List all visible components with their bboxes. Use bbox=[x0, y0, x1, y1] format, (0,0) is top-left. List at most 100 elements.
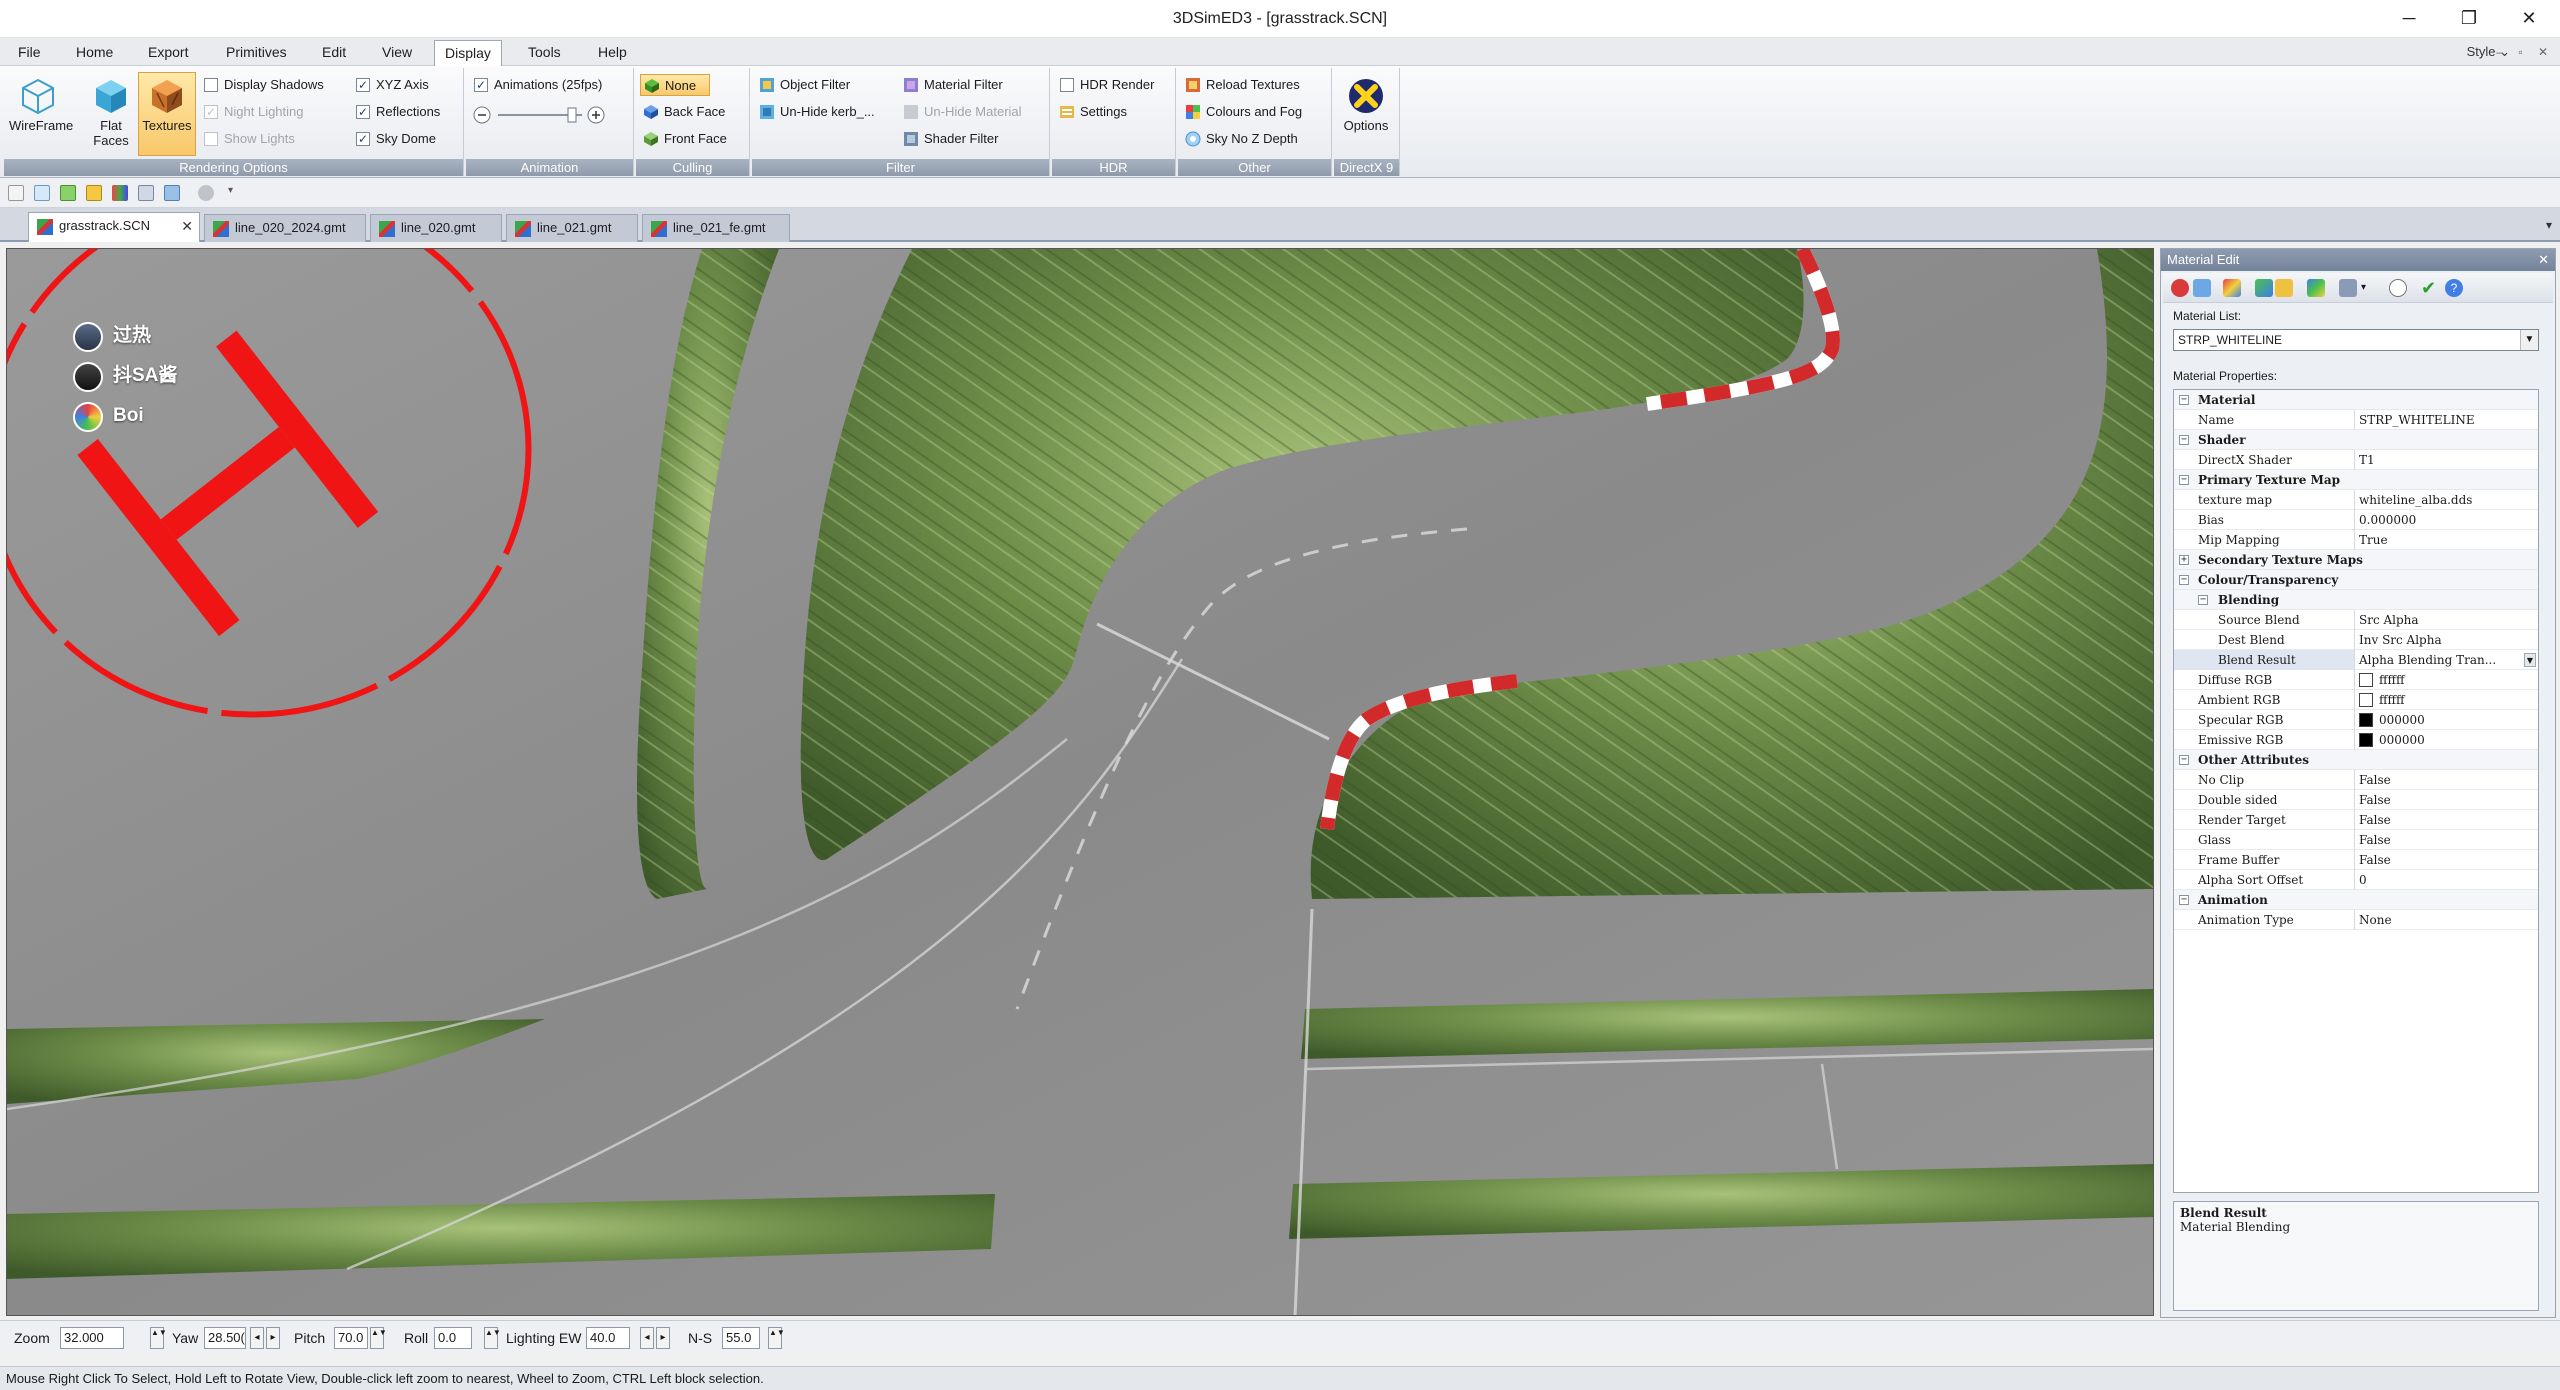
pitch-input[interactable]: 70.0 bbox=[334, 1327, 368, 1349]
menu-edit[interactable]: Edit bbox=[312, 40, 356, 64]
material-icon[interactable] bbox=[2223, 279, 2241, 297]
property-value[interactable]: False bbox=[2354, 790, 2538, 810]
color-swatch[interactable] bbox=[2359, 693, 2373, 707]
property-row[interactable]: Mip Mapping True bbox=[2174, 530, 2538, 550]
property-row[interactable]: Emissive RGB 000000 bbox=[2174, 730, 2538, 750]
record-icon[interactable] bbox=[198, 185, 214, 201]
property-value[interactable]: ffffff bbox=[2354, 670, 2538, 690]
tab-grasstrack-scn[interactable]: grasstrack.SCN ✕ bbox=[28, 212, 200, 242]
property-row[interactable]: Animation Type None bbox=[2174, 910, 2538, 930]
animations-toggle[interactable]: ✓ Animations (25fps) bbox=[470, 74, 602, 96]
menu-view[interactable]: View bbox=[372, 40, 422, 64]
tab-line-020[interactable]: line_020.gmt bbox=[370, 214, 502, 242]
open-folder-icon[interactable] bbox=[86, 185, 102, 201]
property-value[interactable]: 000000 bbox=[2354, 710, 2538, 730]
minimize-button[interactable]: ─ bbox=[2380, 0, 2438, 38]
yaw-input[interactable]: 28.50( bbox=[204, 1327, 246, 1349]
roll-input[interactable]: 0.0 bbox=[434, 1327, 472, 1349]
yaw-left-arrow[interactable]: ◂ bbox=[250, 1327, 264, 1349]
yaw-right-arrow[interactable]: ▸ bbox=[266, 1327, 280, 1349]
property-category[interactable]: − Animation bbox=[2174, 890, 2538, 910]
property-row[interactable]: No Clip False bbox=[2174, 770, 2538, 790]
gear-icon[interactable] bbox=[2389, 279, 2407, 297]
cull-none-button[interactable]: None bbox=[640, 74, 710, 96]
tools-icon[interactable] bbox=[164, 185, 180, 201]
menu-export[interactable]: Export bbox=[138, 40, 198, 64]
hdr-render-checkbox[interactable] bbox=[1060, 78, 1074, 92]
property-row[interactable]: Double sided False bbox=[2174, 790, 2538, 810]
color-swatch[interactable] bbox=[2359, 713, 2373, 727]
tab-line-021-fe[interactable]: line_021_fe.gmt bbox=[642, 214, 790, 242]
ns-stepper[interactable]: ▲▼ bbox=[768, 1327, 785, 1349]
show-lights-checkbox[interactable] bbox=[204, 132, 218, 146]
property-row[interactable]: Diffuse RGB ffffff bbox=[2174, 670, 2538, 690]
property-category[interactable]: + Secondary Texture Maps bbox=[2174, 550, 2538, 570]
pitch-stepper[interactable]: ▲▼ bbox=[370, 1327, 387, 1349]
roll-stepper[interactable]: ▲▼ bbox=[484, 1327, 501, 1349]
property-value[interactable]: T1 bbox=[2354, 450, 2538, 470]
lighting-right-arrow[interactable]: ▸ bbox=[656, 1327, 670, 1349]
zoom-input[interactable]: 32.000 bbox=[60, 1327, 124, 1349]
property-value[interactable]: whiteline_alba.dds bbox=[2354, 490, 2538, 510]
tab-line-020-2024[interactable]: line_020_2024.gmt bbox=[204, 214, 366, 242]
close-icon[interactable]: ✕ bbox=[2538, 249, 2549, 271]
display-shadows-toggle[interactable]: Display Shadows bbox=[200, 74, 324, 96]
mdi-controls[interactable]: ‒ ▫ ✕ bbox=[2496, 40, 2554, 64]
shader-filter-button[interactable]: Shader Filter bbox=[900, 128, 998, 150]
directx-options-button[interactable]: Options bbox=[1336, 72, 1396, 156]
property-value[interactable]: False bbox=[2354, 810, 2538, 830]
property-row[interactable]: DirectX Shader T1 bbox=[2174, 450, 2538, 470]
xyz-axis-toggle[interactable]: ✓ XYZ Axis bbox=[352, 74, 429, 96]
property-value[interactable]: True bbox=[2354, 530, 2538, 550]
animations-checkbox[interactable]: ✓ bbox=[474, 78, 488, 92]
property-row[interactable]: Render Target False bbox=[2174, 810, 2538, 830]
reflections-checkbox[interactable]: ✓ bbox=[356, 105, 370, 119]
property-row[interactable]: Alpha Sort Offset 0 bbox=[2174, 870, 2538, 890]
property-row[interactable]: Name STRP_WHITELINE bbox=[2174, 410, 2538, 430]
hdr-render-toggle[interactable]: HDR Render bbox=[1056, 74, 1154, 96]
lighting-ew-input[interactable]: 40.0 bbox=[586, 1327, 630, 1349]
property-category[interactable]: − Shader bbox=[2174, 430, 2538, 450]
property-value[interactable]: 0 bbox=[2354, 870, 2538, 890]
customize-arrow-icon[interactable]: ▾ bbox=[228, 185, 238, 201]
sky-dome-checkbox[interactable]: ✓ bbox=[356, 132, 370, 146]
zoom-stepper[interactable]: ▲▼ bbox=[150, 1327, 167, 1349]
brush-icon[interactable] bbox=[2339, 279, 2357, 297]
menu-help[interactable]: Help bbox=[588, 40, 637, 64]
animation-speed-slider[interactable] bbox=[472, 104, 622, 126]
menu-file[interactable]: File bbox=[8, 40, 51, 64]
property-category[interactable]: − Material bbox=[2174, 390, 2538, 410]
property-value[interactable]: ffffff bbox=[2354, 690, 2538, 710]
ns-input[interactable]: 55.0 bbox=[722, 1327, 760, 1349]
textures-button[interactable]: Textures bbox=[138, 72, 196, 156]
chevron-down-icon[interactable]: ▼ bbox=[2520, 330, 2538, 350]
property-row[interactable]: Source Blend Src Alpha bbox=[2174, 610, 2538, 630]
property-value[interactable]: 000000 bbox=[2354, 730, 2538, 750]
hdr-settings-button[interactable]: Settings bbox=[1056, 101, 1127, 123]
property-category[interactable]: − Blending bbox=[2174, 590, 2538, 610]
delete-icon[interactable] bbox=[2171, 279, 2189, 297]
import-icon[interactable] bbox=[60, 185, 76, 201]
property-value[interactable]: Src Alpha bbox=[2354, 610, 2538, 630]
tab-list-arrow-icon[interactable]: ▾ bbox=[2546, 218, 2552, 232]
property-category[interactable]: − Primary Texture Map bbox=[2174, 470, 2538, 490]
close-icon[interactable]: ✕ bbox=[181, 213, 193, 239]
sky-no-z-depth-button[interactable]: Sky No Z Depth bbox=[1182, 128, 1298, 150]
apply-check-icon[interactable]: ✔ bbox=[2421, 279, 2439, 297]
lighting-left-arrow[interactable]: ◂ bbox=[640, 1327, 654, 1349]
object-filter-button[interactable]: Object Filter bbox=[756, 74, 850, 96]
property-row[interactable]: texture map whiteline_alba.dds bbox=[2174, 490, 2538, 510]
unhide-kerb-button[interactable]: Un-Hide kerb_... bbox=[756, 101, 875, 123]
sky-dome-toggle[interactable]: ✓ Sky Dome bbox=[352, 128, 436, 150]
tab-line-021[interactable]: line_021.gmt bbox=[506, 214, 638, 242]
display-shadows-checkbox[interactable] bbox=[204, 78, 218, 92]
property-row[interactable]: Blend Result Alpha Blending Tran... ▼ bbox=[2174, 650, 2538, 670]
chevron-down-icon[interactable]: ▾ bbox=[2361, 279, 2371, 297]
xyz-axis-checkbox[interactable]: ✓ bbox=[356, 78, 370, 92]
property-value[interactable]: 0.000000 bbox=[2354, 510, 2538, 530]
menu-tools[interactable]: Tools bbox=[518, 40, 571, 64]
wireframe-button[interactable]: WireFrame bbox=[8, 72, 73, 156]
property-row[interactable]: Bias 0.000000 bbox=[2174, 510, 2538, 530]
3d-viewport[interactable]: 过热 抖SA酱 Boi bbox=[6, 248, 2154, 1316]
reload-textures-button[interactable]: Reload Textures bbox=[1182, 74, 1300, 96]
